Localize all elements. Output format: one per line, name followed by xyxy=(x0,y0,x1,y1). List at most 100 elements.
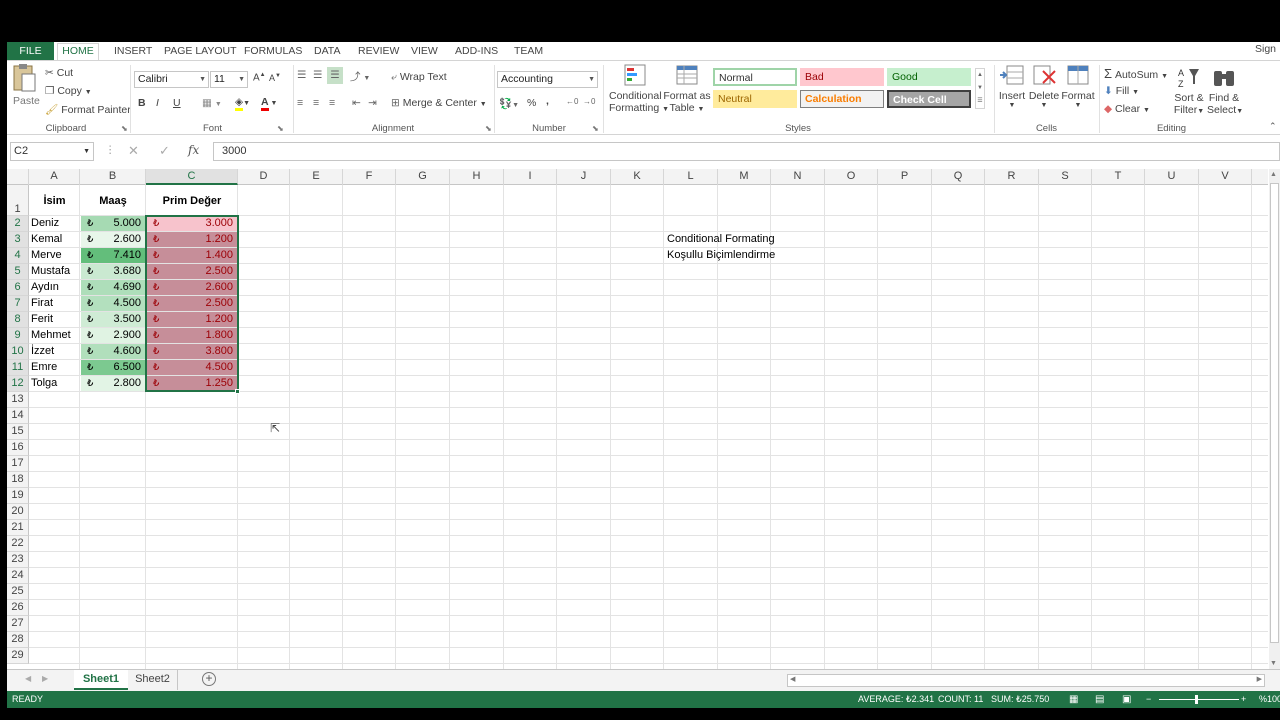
page-break-view-icon[interactable]: ▣ xyxy=(1122,691,1131,708)
sheet-tab-sheet2[interactable]: Sheet2 xyxy=(128,670,178,690)
column-header-c[interactable]: C xyxy=(146,169,238,185)
row-header-19[interactable]: 19 xyxy=(7,488,29,504)
insert-function-icon[interactable]: fx xyxy=(188,143,199,157)
style-normal[interactable]: Normal xyxy=(713,68,797,86)
cut-button[interactable]: ✂ Cut xyxy=(45,67,73,79)
cell-maas[interactable]: ₺ 5.000 xyxy=(81,216,145,231)
sign-in-link[interactable]: Sign in xyxy=(1255,42,1280,58)
column-header-m[interactable]: M xyxy=(718,169,771,185)
add-sheet-icon[interactable]: + xyxy=(202,672,216,686)
cancel-icon[interactable]: ✕ xyxy=(128,143,139,159)
column-header-s[interactable]: S xyxy=(1039,169,1092,185)
underline-button[interactable]: U xyxy=(173,97,181,109)
enter-icon[interactable]: ✓ xyxy=(159,143,170,159)
style-neutral[interactable]: Neutral xyxy=(713,90,797,108)
formula-input[interactable]: 3000 xyxy=(213,142,1280,161)
row-header-9[interactable]: 9 xyxy=(7,328,29,344)
note-conditional-formatting[interactable]: Conditional Formating xyxy=(667,232,807,247)
align-left-icon[interactable]: ≡ xyxy=(297,97,303,109)
column-header-n[interactable]: N xyxy=(771,169,825,185)
column-header-a[interactable]: A xyxy=(29,169,80,185)
orientation-icon[interactable]: ⤴ ▼ xyxy=(350,69,370,84)
autosum-button[interactable]: Σ AutoSum ▼ xyxy=(1104,66,1168,81)
fill-color-icon[interactable]: ◈▼ xyxy=(235,96,250,111)
clipboard-launcher-icon[interactable]: ⬊ xyxy=(121,124,128,133)
cell-maas[interactable]: ₺ 2.900 xyxy=(81,328,145,343)
cell-maas[interactable]: ₺ 7.410 xyxy=(81,248,145,263)
cell-maas[interactable]: ₺ 4.500 xyxy=(81,296,145,311)
column-header-k[interactable]: K xyxy=(611,169,664,185)
note-kosullu[interactable]: Koşullu Biçimlendirme xyxy=(667,248,807,263)
column-header-o[interactable]: O xyxy=(825,169,878,185)
tab-review[interactable]: REVIEW xyxy=(358,44,399,60)
format-as-table-button[interactable]: Format as Table ▼ xyxy=(663,63,711,114)
row-header-11[interactable]: 11 xyxy=(7,360,29,376)
row-header-26[interactable]: 26 xyxy=(7,600,29,616)
vertical-scrollbar[interactable]: ▲ ▼ xyxy=(1269,169,1280,669)
column-header-e[interactable]: E xyxy=(290,169,343,185)
row-header-3[interactable]: 3 xyxy=(7,232,29,248)
cell-maas[interactable]: ₺ 6.500 xyxy=(81,360,145,375)
next-sheet-icon[interactable]: ▶ xyxy=(42,674,48,683)
row-header-6[interactable]: 6 xyxy=(7,280,29,296)
style-good[interactable]: Good xyxy=(887,68,971,86)
comma-button[interactable]: , xyxy=(546,95,549,107)
format-cells-button[interactable]: Format ▼ xyxy=(1060,63,1096,109)
row-header-24[interactable]: 24 xyxy=(7,568,29,584)
row-header-7[interactable]: 7 xyxy=(7,296,29,312)
formula-bar-options-icon[interactable]: ⋮ xyxy=(105,144,116,156)
conditional-formatting-button[interactable]: Conditional Formatting ▼ xyxy=(609,63,669,114)
name-box[interactable]: C2 ▼ xyxy=(10,142,94,161)
column-header-p[interactable]: P xyxy=(878,169,932,185)
column-header-i[interactable]: I xyxy=(504,169,557,185)
row-header-25[interactable]: 25 xyxy=(7,584,29,600)
cell-maas[interactable]: ₺ 3.500 xyxy=(81,312,145,327)
column-header-j[interactable]: J xyxy=(557,169,611,185)
page-layout-view-icon[interactable]: ▤ xyxy=(1095,691,1104,708)
bold-button[interactable]: B xyxy=(138,97,146,109)
collapse-ribbon-icon[interactable]: ⌃ xyxy=(1269,121,1277,132)
number-format-select[interactable]: Accounting ▼ xyxy=(497,71,598,88)
font-size-select[interactable]: 11 ▼ xyxy=(210,71,248,88)
row-header-12[interactable]: 12 xyxy=(7,376,29,392)
column-header-g[interactable]: G xyxy=(396,169,450,185)
fill-button[interactable]: ⬇ Fill ▼ xyxy=(1104,85,1139,97)
cell-name[interactable]: Tolga xyxy=(31,376,80,391)
column-header-h[interactable]: H xyxy=(450,169,504,185)
cell-maas[interactable]: ₺ 3.680 xyxy=(81,264,145,279)
increase-font-icon[interactable]: A▲ xyxy=(253,72,266,83)
decrease-font-icon[interactable]: A▼ xyxy=(269,73,281,83)
row-header-2[interactable]: 2 xyxy=(7,216,29,232)
tab-insert[interactable]: INSERT xyxy=(114,44,152,60)
cell-maas[interactable]: ₺ 4.600 xyxy=(81,344,145,359)
zoom-level[interactable]: %100 xyxy=(1259,691,1280,708)
column-header-q[interactable]: Q xyxy=(932,169,985,185)
decrease-decimal-icon[interactable]: →0 xyxy=(583,97,595,106)
row-header-5[interactable]: 5 xyxy=(7,264,29,280)
cell-name[interactable]: Aydın xyxy=(31,280,80,295)
cell-name[interactable]: Ferit xyxy=(31,312,80,327)
horizontal-scrollbar[interactable]: ◀ ▶ xyxy=(787,674,1265,687)
header-maas[interactable]: Maaş xyxy=(80,193,146,209)
cell-name[interactable]: Deniz xyxy=(31,216,80,231)
row-header-17[interactable]: 17 xyxy=(7,456,29,472)
tab-add-ins[interactable]: ADD-INS xyxy=(455,44,498,60)
tab-home[interactable]: HOME xyxy=(57,43,99,60)
tab-page-layout[interactable]: PAGE LAYOUT xyxy=(164,44,237,60)
percent-button[interactable]: % xyxy=(527,97,536,109)
cell-name[interactable]: Kemal xyxy=(31,232,80,247)
insert-cells-button[interactable]: Insert ▼ xyxy=(996,63,1028,109)
align-middle-icon[interactable]: ☰ xyxy=(313,69,322,81)
number-launcher-icon[interactable]: ⬊ xyxy=(592,124,599,133)
accounting-format-icon[interactable]: 💱▼ xyxy=(499,97,519,110)
row-header-8[interactable]: 8 xyxy=(7,312,29,328)
row-header-21[interactable]: 21 xyxy=(7,520,29,536)
row-header-1[interactable]: 1 xyxy=(7,185,29,216)
row-header-16[interactable]: 16 xyxy=(7,440,29,456)
column-header-v[interactable]: V xyxy=(1199,169,1252,185)
align-bottom-icon[interactable]: ☰ xyxy=(327,67,343,84)
header-prim[interactable]: Prim Değer xyxy=(146,193,238,209)
sort-filter-button[interactable]: AZ Sort & Filter▼ xyxy=(1173,65,1205,116)
style-check-cell[interactable]: Check Cell xyxy=(887,90,971,108)
column-header-u[interactable]: U xyxy=(1145,169,1199,185)
